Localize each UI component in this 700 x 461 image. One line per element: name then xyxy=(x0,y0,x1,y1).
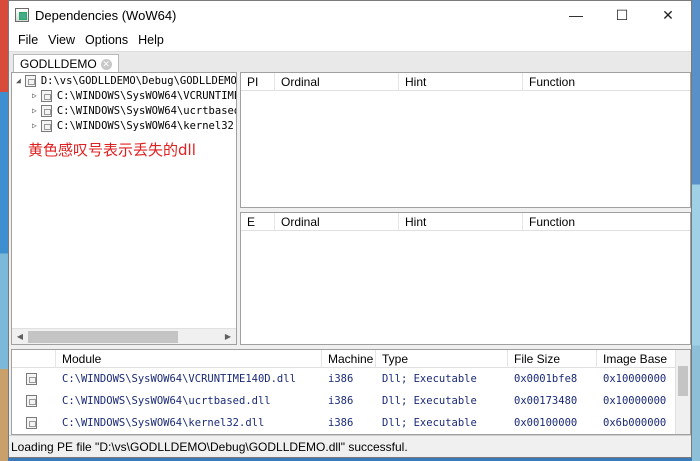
module-path: C:\WINDOWS\SysWOW64\VCRUNTIME140D.dll xyxy=(62,373,296,385)
column-header-hint[interactable]: Hint xyxy=(399,73,523,91)
exports-list[interactable]: E Ordinal Hint Function xyxy=(240,212,691,345)
tab-label: GODLLDEMO xyxy=(20,57,97,71)
maximize-button[interactable]: ☐ xyxy=(599,1,645,29)
tab-godlldemo[interactable]: GODLLDEMO ✕ xyxy=(13,54,119,73)
scroll-left-icon[interactable]: ◀ xyxy=(12,329,28,345)
module-machine: i386 xyxy=(328,395,354,407)
module-image-base: 0x10000000 xyxy=(603,373,667,385)
tree-node-child[interactable]: ▷ C:\WINDOWS\SysWOW64\ucrtbased.dll xyxy=(12,103,236,118)
tab-strip: GODLLDEMO ✕ xyxy=(9,51,691,73)
collapse-arrow-icon[interactable]: ◢ xyxy=(16,76,21,85)
module-file-icon xyxy=(40,89,52,102)
table-row[interactable]: C:\WINDOWS\SysWOW64\kernel32.dll i386 Dl… xyxy=(12,412,690,434)
imports-header: PI Ordinal Hint Function xyxy=(241,73,690,91)
module-image-base: 0x10000000 xyxy=(603,395,667,407)
desktop-background-right xyxy=(692,0,700,461)
exports-header: E Ordinal Hint Function xyxy=(241,213,690,231)
module-file-icon xyxy=(26,395,37,407)
expand-arrow-icon[interactable]: ▷ xyxy=(32,121,37,130)
column-header-image-base[interactable]: Image Base xyxy=(597,350,677,368)
scroll-right-icon[interactable]: ▶ xyxy=(220,329,236,345)
module-file-size: 0x0001bfe8 xyxy=(514,373,578,385)
column-header-machine[interactable]: Machine xyxy=(322,350,376,368)
table-row[interactable]: C:\WINDOWS\SysWOW64\ucrtbased.dll i386 D… xyxy=(12,390,690,412)
app-window: Dependencies (WoW64) — ☐ ✕ File View Opt… xyxy=(8,0,692,458)
module-list[interactable]: Module Machine Type File Size Image Base… xyxy=(11,349,691,435)
tree-node-label: D:\vs\GODLLDEMO\Debug\GODLLDEMO.dll xyxy=(40,74,237,87)
imports-list[interactable]: PI Ordinal Hint Function xyxy=(240,72,691,208)
menu-help[interactable]: Help xyxy=(133,33,169,47)
module-file-icon xyxy=(26,373,37,385)
desktop-background-left xyxy=(0,0,8,461)
module-file-size: 0x00173480 xyxy=(514,395,578,407)
column-header-function[interactable]: Function xyxy=(523,213,690,231)
module-type: Dll; Executable xyxy=(382,417,477,429)
column-header-hint[interactable]: Hint xyxy=(399,213,523,231)
module-image-base: 0x6b000000 xyxy=(603,417,667,429)
minimize-button[interactable]: — xyxy=(553,1,599,29)
tree-node-child[interactable]: ▷ C:\WINDOWS\SysWOW64\VCRUNTIME140D.dll xyxy=(12,88,236,103)
module-machine: i386 xyxy=(328,373,354,385)
column-header-module[interactable]: Module xyxy=(56,350,322,368)
tree-node-label: C:\WINDOWS\SysWOW64\ucrtbased.dll xyxy=(56,104,236,117)
menu-file[interactable]: File xyxy=(13,33,43,47)
window-title: Dependencies (WoW64) xyxy=(35,7,177,23)
column-header-ordinal[interactable]: Ordinal xyxy=(275,213,399,231)
client-area: ◢ D:\vs\GODLLDEMO\Debug\GODLLDEMO.dll ▷ … xyxy=(9,72,691,436)
menu-view[interactable]: View xyxy=(43,33,80,47)
column-header-function[interactable]: Function xyxy=(523,73,690,91)
module-path: C:\WINDOWS\SysWOW64\ucrtbased.dll xyxy=(62,395,271,407)
scroll-thumb[interactable] xyxy=(678,366,688,396)
column-header-file-size[interactable]: File Size xyxy=(508,350,597,368)
tree-node-root[interactable]: ◢ D:\vs\GODLLDEMO\Debug\GODLLDEMO.dll xyxy=(12,73,236,88)
status-text: Loading PE file "D:\vs\GODLLDEMO\Debug\G… xyxy=(11,439,408,454)
module-file-size: 0x00100000 xyxy=(514,417,578,429)
scroll-thumb[interactable] xyxy=(28,330,178,343)
column-header-icon[interactable] xyxy=(12,350,56,368)
tree-node-label: C:\WINDOWS\SysWOW64\VCRUNTIME140D.dll xyxy=(56,89,236,102)
module-file-icon xyxy=(40,119,52,132)
app-icon xyxy=(15,8,29,22)
module-path: C:\WINDOWS\SysWOW64\kernel32.dll xyxy=(62,417,265,429)
close-tab-icon[interactable]: ✕ xyxy=(100,58,112,70)
column-header-type[interactable]: Type xyxy=(376,350,508,368)
expand-arrow-icon[interactable]: ▷ xyxy=(32,91,37,100)
tree-horizontal-scrollbar[interactable]: ◀ ▶ xyxy=(12,328,236,344)
menu-bar: File View Options Help xyxy=(9,29,691,51)
table-row[interactable]: C:\WINDOWS\SysWOW64\VCRUNTIME140D.dll i3… xyxy=(12,368,690,390)
dependency-tree[interactable]: ◢ D:\vs\GODLLDEMO\Debug\GODLLDEMO.dll ▷ … xyxy=(11,72,237,345)
module-file-icon xyxy=(40,104,52,117)
module-type: Dll; Executable xyxy=(382,395,477,407)
module-list-header: Module Machine Type File Size Image Base xyxy=(12,350,690,368)
menu-options[interactable]: Options xyxy=(80,33,133,47)
tree-node-child[interactable]: ▷ C:\WINDOWS\SysWOW64\kernel32.dll xyxy=(12,118,236,133)
close-button[interactable]: ✕ xyxy=(645,1,691,29)
status-bar: Loading PE file "D:\vs\GODLLDEMO\Debug\G… xyxy=(9,435,691,457)
module-file-icon xyxy=(26,417,37,429)
column-header-pi[interactable]: PI xyxy=(241,73,275,91)
column-header-ordinal[interactable]: Ordinal xyxy=(275,73,399,91)
module-machine: i386 xyxy=(328,417,354,429)
expand-arrow-icon[interactable]: ▷ xyxy=(32,106,37,115)
annotation-text: 黄色感叹号表示丢失的dll xyxy=(28,141,196,159)
tree-node-label: C:\WINDOWS\SysWOW64\kernel32.dll xyxy=(56,119,236,132)
module-list-vertical-scrollbar[interactable] xyxy=(675,350,690,434)
column-header-e[interactable]: E xyxy=(241,213,275,231)
title-bar[interactable]: Dependencies (WoW64) — ☐ ✕ xyxy=(9,1,691,29)
module-file-icon xyxy=(24,74,36,87)
module-type: Dll; Executable xyxy=(382,373,477,385)
